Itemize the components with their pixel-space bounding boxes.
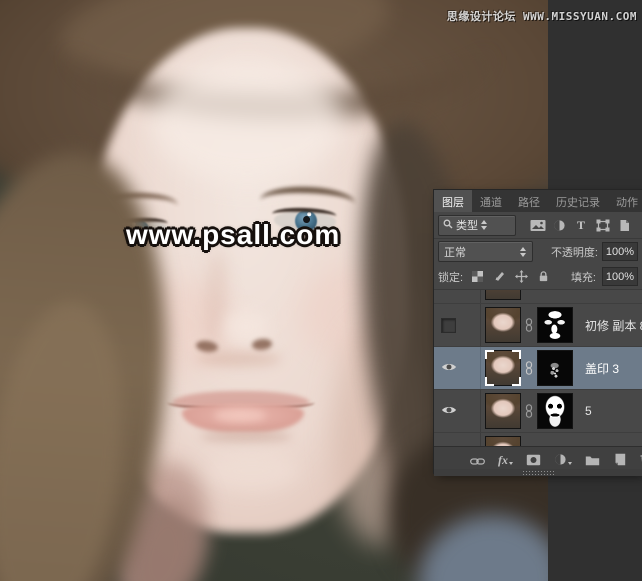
layer-name[interactable]: 5	[585, 404, 592, 418]
visibility-hidden-box[interactable]	[441, 318, 456, 333]
chevron-updown-icon	[481, 220, 488, 230]
layer-thumbnail[interactable]	[485, 393, 521, 429]
mask-link-icon	[521, 318, 537, 332]
target-frame	[485, 350, 521, 386]
visibility-cell[interactable]	[434, 290, 481, 303]
filter-type-layers-button[interactable]: T	[571, 216, 591, 234]
padlock-icon	[537, 270, 550, 283]
portrait-lip-highlight	[214, 409, 266, 422]
move-icon	[515, 270, 528, 283]
new-group-button[interactable]	[585, 451, 600, 466]
layer-row-partial-top[interactable]	[434, 290, 642, 304]
layer-name[interactable]: 盖印 3	[585, 360, 619, 377]
layer-name[interactable]: 初修 副本 8	[585, 317, 642, 334]
portrait-lip-shadow	[200, 431, 292, 442]
fill-label: 填充:	[571, 269, 596, 285]
tab-layers[interactable]: 图层	[434, 190, 472, 212]
layer-mask-thumbnail[interactable]	[537, 393, 573, 429]
layers-panel-footer: fx	[434, 446, 642, 469]
layer-list: 初修 副本 8 盖印 3	[434, 290, 642, 446]
blend-options-row: 正常 不透明度: 100%	[434, 239, 642, 264]
layers-panel: 图层 通道 路径 历史记录 动作 类型	[434, 190, 642, 473]
fill-field[interactable]: 100%	[602, 267, 638, 286]
portrait-chin-highlight	[206, 452, 298, 490]
visibility-cell[interactable]	[434, 304, 481, 346]
panel-tab-bar: 图层 通道 路径 历史记录 动作	[434, 190, 642, 212]
lock-transparency-button[interactable]	[469, 269, 485, 285]
portrait-nose-under-shadow	[196, 352, 282, 366]
tab-actions[interactable]: 动作	[608, 190, 642, 212]
checkerboard-icon	[472, 271, 483, 282]
tab-history[interactable]: 历史记录	[548, 190, 608, 212]
layer-filter-row: 类型 T	[434, 212, 642, 239]
lock-options-row: 锁定: 填充: 100%	[434, 264, 642, 290]
visibility-cell[interactable]	[434, 433, 481, 446]
new-adjustment-layer-button[interactable]	[554, 451, 572, 466]
lock-label: 锁定:	[438, 269, 463, 285]
layer-thumbnail[interactable]	[485, 290, 521, 300]
watermark-missyuan: 思缘设计论坛 WWW.MISSYUAN.COM	[447, 8, 637, 24]
filter-kind-label: 类型	[456, 217, 478, 233]
visibility-cell[interactable]	[434, 390, 481, 432]
watermark-psall: www.psall.com	[126, 219, 340, 251]
mask-link-icon	[521, 404, 537, 418]
add-layer-mask-button[interactable]	[526, 451, 541, 466]
filter-smart-objects-button[interactable]	[614, 216, 634, 234]
portrait-forehead-highlight	[150, 58, 345, 183]
panel-resize-grip[interactable]	[522, 470, 554, 475]
layer-row[interactable]: 5	[434, 390, 642, 433]
lock-all-button[interactable]	[535, 269, 551, 285]
layer-thumbnail[interactable]	[485, 436, 521, 446]
caret-down-icon	[568, 462, 572, 465]
search-icon	[443, 219, 453, 232]
panel-resize-strip	[434, 469, 642, 476]
opacity-field[interactable]: 100%	[602, 242, 638, 261]
layer-row[interactable]: 初修 副本 8	[434, 304, 642, 347]
tab-channels[interactable]: 通道	[472, 190, 510, 212]
new-layer-button[interactable]	[613, 451, 626, 466]
filter-shape-layers-button[interactable]	[593, 216, 613, 234]
layer-mask-thumbnail[interactable]	[537, 350, 573, 386]
tab-paths[interactable]: 路径	[510, 190, 548, 212]
caret-down-icon	[509, 462, 513, 465]
layer-thumbnail[interactable]	[485, 350, 521, 386]
lock-position-button[interactable]	[513, 269, 529, 285]
chevron-updown-icon	[520, 247, 527, 257]
layer-thumbnail[interactable]	[485, 307, 521, 343]
link-layers-button[interactable]	[470, 451, 485, 466]
eye-icon[interactable]	[441, 405, 457, 418]
eye-icon[interactable]	[441, 362, 457, 375]
layer-row-partial-bottom[interactable]	[434, 433, 642, 446]
visibility-cell[interactable]	[434, 347, 481, 389]
brush-icon	[493, 270, 506, 283]
layer-style-button[interactable]: fx	[498, 451, 513, 466]
blend-mode-select[interactable]: 正常	[438, 241, 533, 262]
layer-mask-thumbnail[interactable]	[537, 307, 573, 343]
blend-mode-value: 正常	[444, 244, 466, 260]
photoshop-workspace: www.psall.com 思缘设计论坛 WWW.MISSYUAN.COM 图层…	[0, 0, 642, 581]
filter-pixel-layers-button[interactable]	[528, 216, 548, 234]
opacity-label: 不透明度:	[551, 244, 598, 260]
filter-icon-group: T	[518, 216, 638, 234]
layer-row-selected[interactable]: 盖印 3	[434, 347, 642, 390]
filter-adjustment-layers-button[interactable]	[550, 216, 570, 234]
lock-pixels-button[interactable]	[491, 269, 507, 285]
mask-link-icon	[521, 361, 537, 375]
filter-kind-select[interactable]: 类型	[438, 215, 516, 236]
